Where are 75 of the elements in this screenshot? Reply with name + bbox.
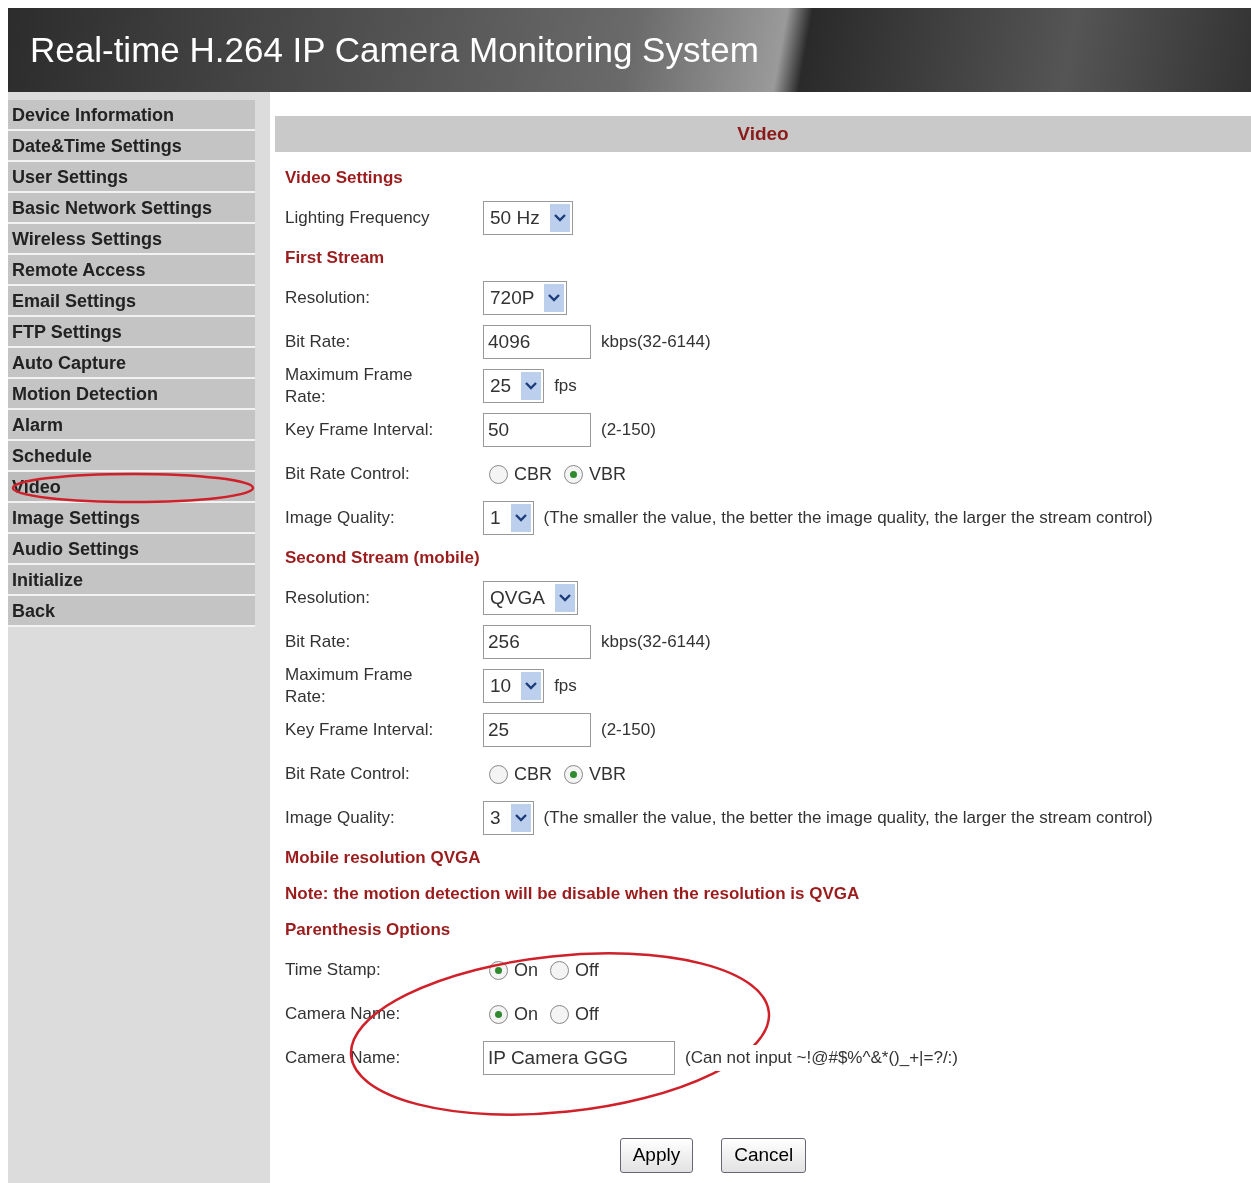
dropdown[interactable]: QVGA [483,581,578,615]
chevron-down-icon [514,814,527,822]
sidebar-item[interactable]: Schedule [8,441,255,472]
sidebar-item[interactable]: Auto Capture [8,348,255,379]
panel-title: Video [275,116,1251,152]
sidebar-item[interactable]: Back [8,596,255,627]
field-label: Lighting Frequency [285,206,431,229]
sidebar-item[interactable]: Device Information [8,100,255,131]
sidebar-item[interactable]: Wireless Settings [8,224,255,255]
radio-label: VBR [589,762,627,786]
sidebar-item[interactable]: Motion Detection [8,379,255,410]
dropdown[interactable]: 25 [483,369,545,403]
section-heading: Note: the motion detection will be disable when the resolution is QVGA [285,883,860,906]
chevron-down-icon [525,682,538,690]
radio-label: CBR [514,762,552,786]
sidebar-item[interactable]: User Settings [8,162,255,193]
dropdown[interactable]: 3 [483,801,534,835]
field-label: Time Stamp: [285,958,382,981]
field-label: Resolution: [285,286,372,309]
text-field[interactable]: 50 [483,413,591,447]
sidebar-item[interactable]: FTP Settings [8,317,255,348]
radio-label: On [514,1002,538,1026]
sidebar-item[interactable]: Remote Access [8,255,255,286]
sidebar-item[interactable]: Audio Settings [8,534,255,565]
dropdown[interactable]: 720P [483,281,568,315]
field-label: Maximum Frame Rate: [285,663,414,708]
chevron-down-icon [525,382,538,390]
field-label: Bit Rate Control: [285,462,411,485]
radio-button[interactable] [489,764,508,784]
sidebar-item[interactable]: Alarm [8,410,255,441]
section-heading: Mobile resolution QVGA [285,847,481,870]
radio-label: CBR [514,462,552,486]
radio-label: Off [575,1002,599,1026]
radio-label: Off [575,958,599,982]
sidebar-item[interactable]: Date&Time Settings [8,131,255,162]
text-field[interactable]: 256 [483,625,591,659]
chevron-down-icon [553,214,566,222]
section-heading: Parenthesis Options [285,919,451,942]
chevron-down-icon [514,514,527,522]
action-button[interactable]: Apply [619,1138,694,1173]
action-button[interactable]: Cancel [721,1138,807,1173]
sidebar-item[interactable]: Email Settings [8,286,255,317]
dropdown[interactable]: 50 Hz [483,201,573,235]
sidebar-item[interactable]: Initialize [8,565,255,596]
radio-button[interactable] [564,764,583,784]
field-label: Image Quality: [285,806,396,829]
radio-label: VBR [589,462,627,486]
field-label: Bit Rate: [285,630,352,653]
dropdown[interactable]: 1 [483,501,534,535]
radio-button[interactable] [550,960,569,980]
radio-button[interactable] [564,464,583,484]
radio-button[interactable] [550,1004,569,1024]
field-label: Bit Rate: [285,330,352,353]
chevron-down-icon [558,594,571,602]
radio-button[interactable] [489,464,508,484]
sidebar-item[interactable]: Image Settings [8,503,255,534]
hint-text: (Can not input ~!@#$%^&*()_+|=?/:) [685,1045,958,1071]
chevron-down-icon [548,294,561,302]
field-label: Bit Rate Control: [285,762,411,785]
section-heading: First Stream [285,247,385,270]
section-heading: Second Stream (mobile) [285,547,480,570]
field-label: Key Frame Interval: [285,418,435,441]
text-field[interactable]: 25 [483,713,591,747]
section-heading: Video Settings [285,167,403,190]
field-label: Image Quality: [285,506,396,529]
radio-label: On [514,958,538,982]
dropdown[interactable]: 10 [483,669,545,703]
field-label: Resolution: [285,586,372,609]
radio-button[interactable] [489,1004,508,1024]
text-field[interactable]: IP Camera GGG [483,1041,675,1075]
field-label: Maximum Frame Rate: [285,363,414,408]
app-title: Real-time H.264 IP Camera Monitoring System [30,28,759,71]
field-label: Key Frame Interval: [285,718,435,741]
sidebar-item[interactable]: Basic Network Settings [8,193,255,224]
text-field[interactable]: 4096 [483,325,591,359]
